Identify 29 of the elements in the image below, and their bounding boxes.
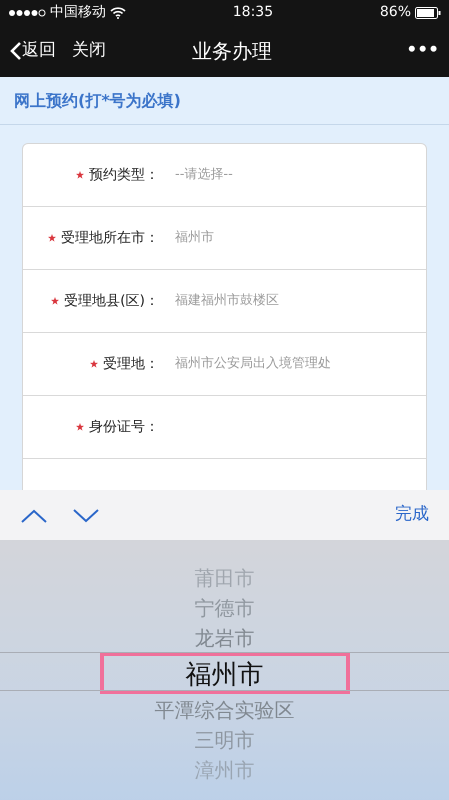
field-label: 身份证号： <box>89 418 159 436</box>
page-title: 业务办理 <box>192 39 272 63</box>
input-field[interactable]: --请选择-- <box>159 164 426 186</box>
input-field[interactable]: 福州市 <box>159 227 426 249</box>
picker-option[interactable]: 龙岩市 <box>188 622 260 652</box>
back-button[interactable]: 返回 <box>10 38 56 64</box>
battery-percent: 86% <box>380 3 411 22</box>
more-button[interactable]: ••• <box>406 38 439 64</box>
field-label: 受理地： <box>103 354 159 374</box>
chevron-up-icon <box>20 508 48 524</box>
picker-option[interactable]: 平潭综合实验区 <box>148 694 300 724</box>
back-icon <box>10 41 22 61</box>
status-time: 18:35 <box>232 4 274 20</box>
battery-icon <box>415 6 441 18</box>
signal-icon <box>8 8 46 16</box>
done-button[interactable]: 完成 <box>395 502 429 528</box>
section-title: 网上预约(打*号为必填) <box>14 90 181 112</box>
wifi-icon <box>110 6 126 18</box>
input-field[interactable]: 福建福州市鼓楼区 <box>159 290 426 312</box>
field-label: 受理地县(区)： <box>64 292 159 310</box>
carrier-name: 中国移动 <box>50 3 106 22</box>
field-label: 受理地所在市： <box>61 228 159 248</box>
picker-option[interactable]: 宁德市 <box>188 592 260 622</box>
picker-option[interactable]: 三明市 <box>188 724 260 754</box>
picker-option[interactable]: 福州市 <box>100 652 350 694</box>
field-label: 预约类型： <box>89 166 159 184</box>
input-field[interactable]: 福州市公安局出入境管理处 <box>159 353 426 375</box>
chevron-down-icon <box>72 508 100 524</box>
close-button[interactable]: 关闭 <box>72 38 106 64</box>
